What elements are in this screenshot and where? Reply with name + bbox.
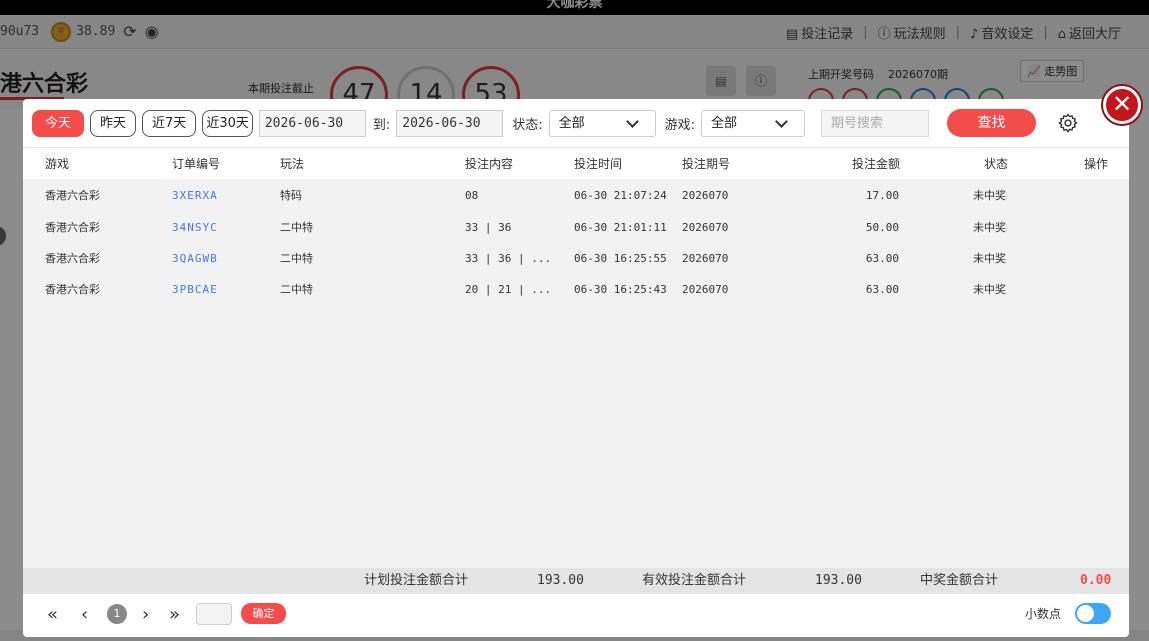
next-page-icon[interactable]: ›	[142, 605, 149, 625]
cell-time: 06-30 21:01:11	[574, 221, 667, 234]
table-header: 游戏 订单编号 玩法 投注内容 投注时间 投注期号 投注金额 状态 操作	[23, 147, 1129, 179]
cell-amount: 63.00	[865, 252, 899, 265]
cell-period: 2026070	[682, 283, 729, 296]
order-link[interactable]: 3QAGWB	[172, 243, 218, 274]
cell-time: 06-30 16:25:43	[574, 283, 667, 296]
col-period: 投注期号	[682, 157, 731, 171]
toggle-knob	[1077, 605, 1094, 622]
status-label: 状态:	[512, 117, 543, 133]
cell-content: 08	[465, 189, 479, 202]
order-link[interactable]: 3PBCAE	[172, 274, 218, 305]
table-body: 香港六合彩 3XERXA 特码 08 06-30 21:07:24 202607…	[23, 179, 1129, 568]
col-content: 投注内容	[465, 157, 514, 171]
cell-game: 香港六合彩	[45, 221, 100, 234]
cell-period: 2026070	[682, 189, 729, 202]
valid-total-value: 193.00	[815, 573, 862, 588]
chevron-down-icon	[775, 114, 788, 128]
table-row[interactable]: 香港六合彩 3PBCAE 二中特 20 | 21 | ... 06-30 16:…	[23, 274, 1129, 305]
cell-status: 未中奖	[973, 283, 1006, 296]
game-select[interactable]: 全部	[701, 109, 806, 137]
col-game: 游戏	[45, 157, 70, 171]
range-today-button[interactable]: 今天	[32, 109, 85, 137]
cell-play: 二中特	[280, 283, 313, 296]
prev-page-icon[interactable]: ‹	[81, 605, 88, 625]
cell-game: 香港六合彩	[45, 283, 100, 296]
cell-amount: 63.00	[865, 283, 899, 296]
gear-icon[interactable]	[1057, 112, 1079, 134]
status-select-value: 全部	[558, 115, 585, 131]
table-row[interactable]: 香港六合彩 3XERXA 特码 08 06-30 21:07:24 202607…	[23, 180, 1129, 211]
col-action: 操作	[1084, 157, 1109, 171]
table-row[interactable]: 香港六合彩 34NSYC 二中特 33 | 36 06-30 21:01:11 …	[23, 212, 1129, 243]
cell-time: 06-30 16:25:55	[574, 252, 667, 265]
cell-play: 特码	[280, 189, 302, 202]
date-to-label: 到:	[372, 117, 391, 133]
col-amount: 投注金额	[852, 157, 901, 171]
range-30days-button[interactable]: 近30天	[202, 109, 253, 137]
chevron-down-icon	[625, 114, 639, 128]
order-link[interactable]: 3XERXA	[172, 180, 218, 211]
cell-period: 2026070	[682, 221, 729, 234]
win-total-value: 0.00	[1080, 573, 1112, 588]
date-to-input[interactable]: 2026-06-30	[396, 109, 504, 137]
win-total-label: 中奖金额合计	[920, 573, 999, 588]
range-yesterday-button[interactable]: 昨天	[90, 109, 137, 137]
planned-total-label: 计划投注金额合计	[364, 573, 469, 588]
decimal-toggle[interactable]	[1075, 603, 1111, 624]
cell-period: 2026070	[682, 252, 729, 265]
order-link[interactable]: 34NSYC	[172, 212, 218, 243]
pagination: « ‹ 1 › » 确定 小数点	[23, 596, 1129, 634]
page-jump-confirm-button[interactable]: 确定	[241, 603, 286, 624]
decimal-toggle-label: 小数点	[1025, 607, 1062, 621]
cell-game: 香港六合彩	[45, 189, 100, 202]
game-select-value: 全部	[711, 115, 738, 131]
bet-records-modal: 今天 昨天 近7天 近30天 2026-06-30 到: 2026-06-30 …	[23, 99, 1129, 637]
date-from-input[interactable]: 2026-06-30	[258, 109, 366, 137]
range-7days-button[interactable]: 近7天	[142, 109, 197, 137]
valid-total-label: 有效投注金额合计	[642, 573, 747, 588]
cell-status: 未中奖	[973, 221, 1006, 234]
cell-amount: 50.00	[865, 221, 899, 234]
cell-play: 二中特	[280, 221, 313, 234]
page-jump-input[interactable]	[196, 603, 232, 625]
period-search-input[interactable]: 期号搜索	[821, 109, 930, 137]
planned-total-value: 193.00	[537, 573, 584, 588]
page-number-current[interactable]: 1	[107, 604, 127, 624]
col-time: 投注时间	[574, 157, 623, 171]
cell-game: 香港六合彩	[45, 252, 100, 265]
search-button[interactable]: 查找	[947, 109, 1037, 137]
summary-bar: 计划投注金额合计 193.00 有效投注金额合计 193.00 中奖金额合计 0…	[23, 568, 1129, 594]
cell-play: 二中特	[280, 252, 313, 265]
col-status: 状态	[984, 157, 1009, 171]
last-page-icon[interactable]: »	[169, 605, 180, 625]
cell-content: 33 | 36 | ...	[465, 252, 552, 265]
game-label: 游戏:	[664, 117, 696, 133]
col-order: 订单编号	[172, 157, 221, 171]
cell-status: 未中奖	[973, 189, 1006, 202]
filter-bar: 今天 昨天 近7天 近30天 2026-06-30 到: 2026-06-30 …	[23, 99, 1129, 147]
table-row[interactable]: 香港六合彩 3QAGWB 二中特 33 | 36 | ... 06-30 16:…	[23, 243, 1129, 274]
status-select[interactable]: 全部	[548, 109, 656, 137]
col-play: 玩法	[280, 157, 305, 171]
cell-amount: 17.00	[865, 189, 899, 202]
cell-content: 33 | 36	[465, 221, 512, 234]
cell-content: 20 | 21 | ...	[465, 283, 552, 296]
first-page-icon[interactable]: «	[47, 605, 58, 625]
close-icon[interactable]: ✕	[1103, 86, 1141, 124]
cell-time: 06-30 21:07:24	[574, 189, 667, 202]
cell-status: 未中奖	[973, 252, 1006, 265]
